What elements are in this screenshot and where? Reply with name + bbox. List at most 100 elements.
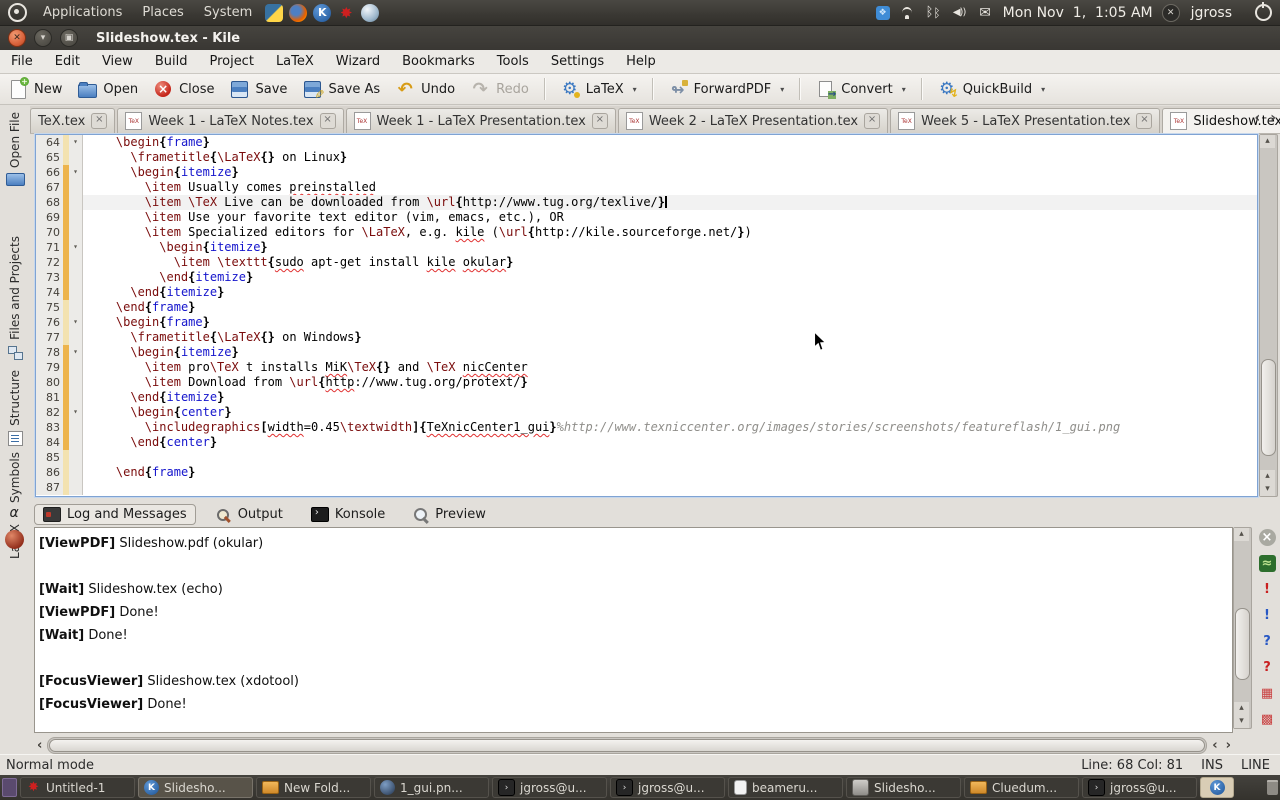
next-error-icon[interactable]: !: [1259, 607, 1276, 624]
editor-line-87[interactable]: 87: [36, 480, 1257, 495]
menu-wizard[interactable]: Wizard: [325, 52, 391, 71]
taskbar-item-untitled-1[interactable]: Untitled-1: [20, 777, 135, 798]
toolbar-open-button[interactable]: Open: [77, 79, 138, 99]
window-close-button[interactable]: ✕: [8, 29, 26, 47]
scroll-up-icon[interactable]: ▴: [1234, 528, 1249, 541]
taskbar-item-slidesho[interactable]: Slidesho...: [846, 777, 961, 798]
editor-line-68[interactable]: 68 \item \TeX Live can be downloaded fro…: [36, 195, 1257, 210]
kile-icon[interactable]: [313, 4, 331, 22]
wifi-icon[interactable]: [899, 4, 916, 21]
document-tab-week-5-latex-presentation-tex[interactable]: TeXWeek 5 - LaTeX Presentation.tex×: [890, 108, 1160, 133]
toolbar-undo-button[interactable]: Undo: [395, 79, 455, 99]
document-tab-week-2-latex-presentation-tex[interactable]: TeXWeek 2 - LaTeX Presentation.tex×: [618, 108, 888, 133]
menu-system[interactable]: System: [194, 0, 262, 25]
code-fold-icon[interactable]: ▾: [69, 135, 83, 150]
editor-line-79[interactable]: 79 \item pro\TeX t installs MiK\TeX{} an…: [36, 360, 1257, 375]
tab-scroll-left-icon[interactable]: ‹: [1254, 110, 1260, 126]
taskbar-item-kile[interactable]: [1200, 777, 1234, 798]
dropbox-icon[interactable]: [876, 6, 890, 20]
power-icon[interactable]: [1255, 4, 1272, 21]
tab-close-icon[interactable]: ×: [91, 113, 107, 129]
next-badbox-icon[interactable]: ▩: [1259, 711, 1276, 728]
menu-latex[interactable]: LaTeX: [265, 52, 325, 71]
scroll-down-icon[interactable]: ▾: [1260, 483, 1275, 496]
sidebar-tab-latex[interactable]: LaTeX: [8, 518, 22, 580]
trash-icon[interactable]: [1267, 780, 1278, 795]
editor-view[interactable]: 64▾ \begin{frame}65 \frametitle{\LaTeX{}…: [35, 134, 1258, 497]
toolbar-close-button[interactable]: Close: [153, 79, 214, 99]
editor-line-82[interactable]: 82▾ \begin{center}: [36, 405, 1257, 420]
volume-icon[interactable]: [951, 4, 968, 21]
workspace-switcher-icon[interactable]: [2, 778, 17, 797]
editor-line-71[interactable]: 71▾ \begin{itemize}: [36, 240, 1257, 255]
bottom-tab-output[interactable]: Output: [208, 505, 291, 524]
menu-settings[interactable]: Settings: [540, 52, 615, 71]
editor-line-72[interactable]: 72 \item \texttt{sudo apt-get install ki…: [36, 255, 1257, 270]
taskbar-item-new-fold[interactable]: New Fold...: [256, 777, 371, 798]
editor-line-84[interactable]: 84 \end{center}: [36, 435, 1257, 450]
starburst-app-icon[interactable]: [337, 4, 355, 22]
editor-line-77[interactable]: 77 \frametitle{\LaTeX{} on Windows}: [36, 330, 1257, 345]
editor-line-74[interactable]: 74 \end{itemize}: [36, 285, 1257, 300]
taskbar-item-jgross-u[interactable]: jgross@u...: [610, 777, 725, 798]
document-tab-week-1-latex-notes-tex[interactable]: TeXWeek 1 - LaTeX Notes.tex×: [117, 108, 343, 133]
status-insert-mode[interactable]: INS: [1201, 758, 1223, 773]
sidebar-tab-files-and-projects[interactable]: Files and Projects: [7, 230, 24, 364]
editor-vertical-scrollbar[interactable]: ▴ ▴ ▾: [1259, 134, 1278, 497]
ubuntu-logo-icon[interactable]: [8, 3, 27, 22]
bluetooth-icon[interactable]: ᛒ: [925, 4, 942, 21]
editor-line-75[interactable]: 75 \end{frame}: [36, 300, 1257, 315]
tab-close-icon[interactable]: ×: [864, 113, 880, 129]
next-warning-icon[interactable]: ?: [1259, 659, 1276, 676]
scrollbar-thumb[interactable]: [49, 739, 1205, 752]
menu-project[interactable]: Project: [198, 52, 264, 71]
taskbar-item-beameru[interactable]: beameru...: [728, 777, 843, 798]
scroll-left-icon[interactable]: ‹: [34, 738, 45, 753]
scrollbar-thumb[interactable]: [1235, 608, 1250, 680]
toolbar-latex-button[interactable]: LaTeX▾: [560, 79, 637, 99]
editor-line-85[interactable]: 85: [36, 450, 1257, 465]
menu-places[interactable]: Places: [132, 0, 193, 25]
editor-line-76[interactable]: 76▾ \begin{frame}: [36, 315, 1257, 330]
user-switcher-icon[interactable]: [1162, 4, 1180, 22]
dropdown-arrow-icon[interactable]: ▾: [1041, 85, 1045, 94]
editor-line-69[interactable]: 69 \item Use your favorite text editor (…: [36, 210, 1257, 225]
window-titlebar[interactable]: ✕ ▾ ▣ Slideshow.tex - Kile: [0, 26, 1280, 51]
dropdown-arrow-icon[interactable]: ▾: [633, 85, 637, 94]
menu-edit[interactable]: Edit: [44, 52, 91, 71]
dropdown-arrow-icon[interactable]: ▾: [902, 85, 906, 94]
code-fold-icon[interactable]: ▾: [69, 165, 83, 180]
scroll-up-icon[interactable]: ▴: [1234, 702, 1249, 715]
code-area[interactable]: 64▾ \begin{frame}65 \frametitle{\LaTeX{}…: [36, 135, 1257, 496]
editor-line-78[interactable]: 78▾ \begin{itemize}: [36, 345, 1257, 360]
editor-line-83[interactable]: 83 \includegraphics[width=0.45\textwidth…: [36, 420, 1257, 435]
previous-badbox-icon[interactable]: ▦: [1259, 685, 1276, 702]
taskbar-item-jgross-u[interactable]: jgross@u...: [492, 777, 607, 798]
scrollbar-thumb[interactable]: [1261, 359, 1276, 456]
scroll-right-icon[interactable]: ›: [1223, 738, 1234, 753]
scroll-up-icon[interactable]: ▴: [1260, 470, 1275, 483]
toolbar-save-button[interactable]: Save: [230, 79, 288, 99]
scroll-down-icon[interactable]: ▾: [1234, 715, 1249, 728]
bottom-tab-konsole[interactable]: Konsole: [303, 505, 393, 524]
log-vertical-scrollbar[interactable]: ▴ ▴ ▾: [1233, 527, 1252, 729]
taskbar-item-slidesho[interactable]: Slidesho...: [138, 777, 253, 798]
editor-line-70[interactable]: 70 \item Specialized editors for \LaTeX,…: [36, 225, 1257, 240]
menu-tools[interactable]: Tools: [486, 52, 540, 71]
scroll-up-icon[interactable]: ▴: [1260, 135, 1275, 148]
log-and-messages-panel[interactable]: [ViewPDF] Slideshow.pdf (okular)[Wait] S…: [34, 527, 1233, 733]
scroll-left-icon[interactable]: ‹: [1209, 738, 1220, 753]
bottom-tab-log-and-messages[interactable]: Log and Messages: [34, 504, 196, 525]
menu-bookmarks[interactable]: Bookmarks: [391, 52, 486, 71]
editor-line-66[interactable]: 66▾ \begin{itemize}: [36, 165, 1257, 180]
python-icon[interactable]: [265, 4, 283, 22]
editor-line-73[interactable]: 73 \end{itemize}: [36, 270, 1257, 285]
toolbar-save-as-button[interactable]: Save As: [302, 79, 380, 99]
toolbar-new-button[interactable]: New: [8, 79, 62, 99]
clock[interactable]: Mon Nov 1, 1:05 AM: [1003, 5, 1153, 21]
sidebar-tab-open-file[interactable]: Open File: [6, 106, 25, 230]
editor-line-65[interactable]: 65 \frametitle{\LaTeX{} on Linux}: [36, 150, 1257, 165]
editor-line-64[interactable]: 64▾ \begin{frame}: [36, 135, 1257, 150]
editor-line-81[interactable]: 81 \end{itemize}: [36, 390, 1257, 405]
code-fold-icon[interactable]: ▾: [69, 405, 83, 420]
